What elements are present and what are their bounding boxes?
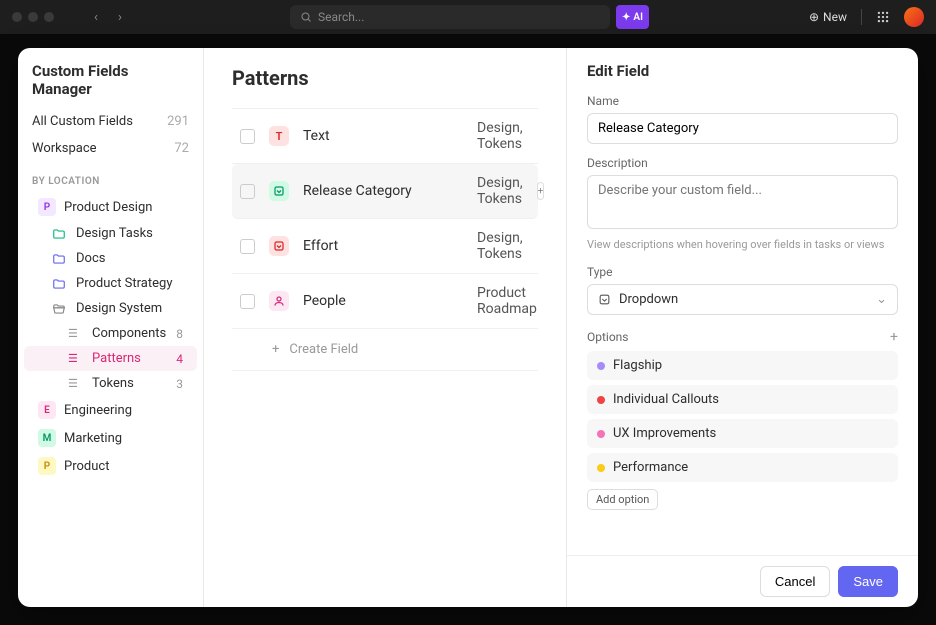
color-dot bbox=[597, 396, 605, 404]
loc-design-system[interactable]: Design System bbox=[24, 296, 197, 321]
loc-components[interactable]: ☰ Components 8 bbox=[24, 321, 197, 346]
space-icon: E bbox=[38, 401, 56, 419]
sidebar-title: Custom Fields Manager bbox=[18, 62, 203, 108]
sparkle-icon: ✦ bbox=[622, 12, 630, 23]
effort-field-icon bbox=[269, 236, 289, 256]
loc-product-strategy[interactable]: Product Strategy bbox=[24, 271, 197, 296]
option-row[interactable]: Performance bbox=[587, 453, 898, 482]
all-custom-fields[interactable]: All Custom Fields 291 bbox=[18, 108, 203, 135]
add-option-button[interactable]: Add option bbox=[587, 489, 658, 510]
list-icon: ☰ bbox=[68, 327, 84, 340]
loc-product[interactable]: P Product bbox=[24, 452, 197, 480]
apps-icon[interactable] bbox=[876, 10, 890, 24]
dropdown-field-icon bbox=[269, 181, 289, 201]
plus-icon: + bbox=[272, 342, 279, 357]
panel-title: Edit Field bbox=[587, 62, 898, 80]
options-list: Flagship Individual Callouts UX Improvemen… bbox=[587, 351, 898, 482]
loc-engineering[interactable]: E Engineering bbox=[24, 396, 197, 424]
color-dot bbox=[597, 464, 605, 472]
checkbox[interactable] bbox=[240, 294, 255, 309]
separator bbox=[861, 9, 862, 25]
field-row-effort[interactable]: Effort Design, Tokens bbox=[232, 219, 538, 274]
search-input[interactable]: Search... bbox=[290, 5, 610, 29]
loc-patterns[interactable]: ☰ Patterns 4 bbox=[24, 346, 197, 371]
list-icon: ☰ bbox=[68, 352, 84, 365]
field-row-release-category[interactable]: Release Category Design, Tokens + bbox=[232, 164, 538, 219]
options-label: Options bbox=[587, 330, 629, 344]
user-avatar[interactable] bbox=[904, 7, 924, 27]
option-label: Flagship bbox=[613, 358, 662, 373]
option-row[interactable]: Individual Callouts bbox=[587, 385, 898, 414]
option-row[interactable]: UX Improvements bbox=[587, 419, 898, 448]
sidebar: Custom Fields Manager All Custom Fields … bbox=[18, 48, 204, 607]
page-title: Patterns bbox=[232, 66, 538, 90]
description-hint: View descriptions when hovering over fie… bbox=[587, 238, 898, 251]
add-option-icon[interactable]: + bbox=[890, 329, 898, 345]
max-dot[interactable] bbox=[44, 12, 54, 22]
chevron-down-icon: ⌄ bbox=[876, 292, 887, 307]
color-dot bbox=[597, 430, 605, 438]
name-input[interactable] bbox=[587, 113, 898, 144]
loc-docs[interactable]: Docs bbox=[24, 246, 197, 271]
type-select[interactable]: Dropdown ⌄ bbox=[587, 284, 898, 315]
checkbox[interactable] bbox=[240, 184, 255, 199]
list-icon: ☰ bbox=[68, 377, 84, 390]
people-field-icon bbox=[269, 291, 289, 311]
edit-panel: Edit Field Name Description View descrip… bbox=[566, 48, 918, 607]
loc-tokens[interactable]: ☰ Tokens 3 bbox=[24, 371, 197, 396]
search-icon bbox=[300, 11, 312, 23]
checkbox[interactable] bbox=[240, 129, 255, 144]
window-controls bbox=[12, 12, 54, 22]
create-field-button[interactable]: + Create Field bbox=[232, 329, 538, 371]
field-row-people[interactable]: People Product Roadmap bbox=[232, 274, 538, 329]
color-dot bbox=[597, 362, 605, 370]
folder-open-icon bbox=[52, 302, 68, 316]
option-row[interactable]: Flagship bbox=[587, 351, 898, 380]
space-icon: P bbox=[38, 198, 56, 216]
cancel-button[interactable]: Cancel bbox=[760, 566, 830, 597]
loc-product-design[interactable]: P Product Design bbox=[24, 193, 197, 221]
space-icon: M bbox=[38, 429, 56, 447]
main-content: Patterns T Text Design, Tokens Release C… bbox=[204, 48, 566, 607]
folder-icon bbox=[52, 252, 68, 266]
title-bar: ‹ › Search... ✦ AI ⊕ New bbox=[0, 0, 936, 34]
description-input[interactable] bbox=[587, 175, 898, 229]
field-row-text[interactable]: T Text Design, Tokens bbox=[232, 108, 538, 164]
option-label: Individual Callouts bbox=[613, 392, 719, 407]
min-dot[interactable] bbox=[28, 12, 38, 22]
space-icon: P bbox=[38, 457, 56, 475]
dropdown-icon bbox=[598, 293, 611, 306]
checkbox[interactable] bbox=[240, 239, 255, 254]
loc-marketing[interactable]: M Marketing bbox=[24, 424, 197, 452]
app-frame: Custom Fields Manager All Custom Fields … bbox=[18, 48, 918, 607]
ai-button[interactable]: ✦ AI bbox=[616, 5, 649, 29]
name-label: Name bbox=[587, 94, 898, 108]
description-label: Description bbox=[587, 156, 898, 170]
forward-button[interactable]: › bbox=[110, 7, 130, 27]
loc-design-tasks[interactable]: Design Tasks bbox=[24, 221, 197, 246]
option-label: Performance bbox=[613, 460, 688, 475]
folder-icon bbox=[52, 277, 68, 291]
by-location-header: BY LOCATION bbox=[18, 162, 203, 193]
search-placeholder: Search... bbox=[318, 10, 364, 24]
type-label: Type bbox=[587, 265, 898, 279]
plus-circle-icon: ⊕ bbox=[809, 10, 819, 24]
back-button[interactable]: ‹ bbox=[86, 7, 106, 27]
save-button[interactable]: Save bbox=[838, 566, 898, 597]
workspace[interactable]: Workspace 72 bbox=[18, 135, 203, 162]
new-button[interactable]: ⊕ New bbox=[809, 10, 847, 24]
close-dot[interactable] bbox=[12, 12, 22, 22]
text-field-icon: T bbox=[269, 126, 289, 146]
folder-icon bbox=[52, 227, 68, 241]
option-label: UX Improvements bbox=[613, 426, 716, 441]
overflow-tag[interactable]: + bbox=[537, 182, 545, 200]
